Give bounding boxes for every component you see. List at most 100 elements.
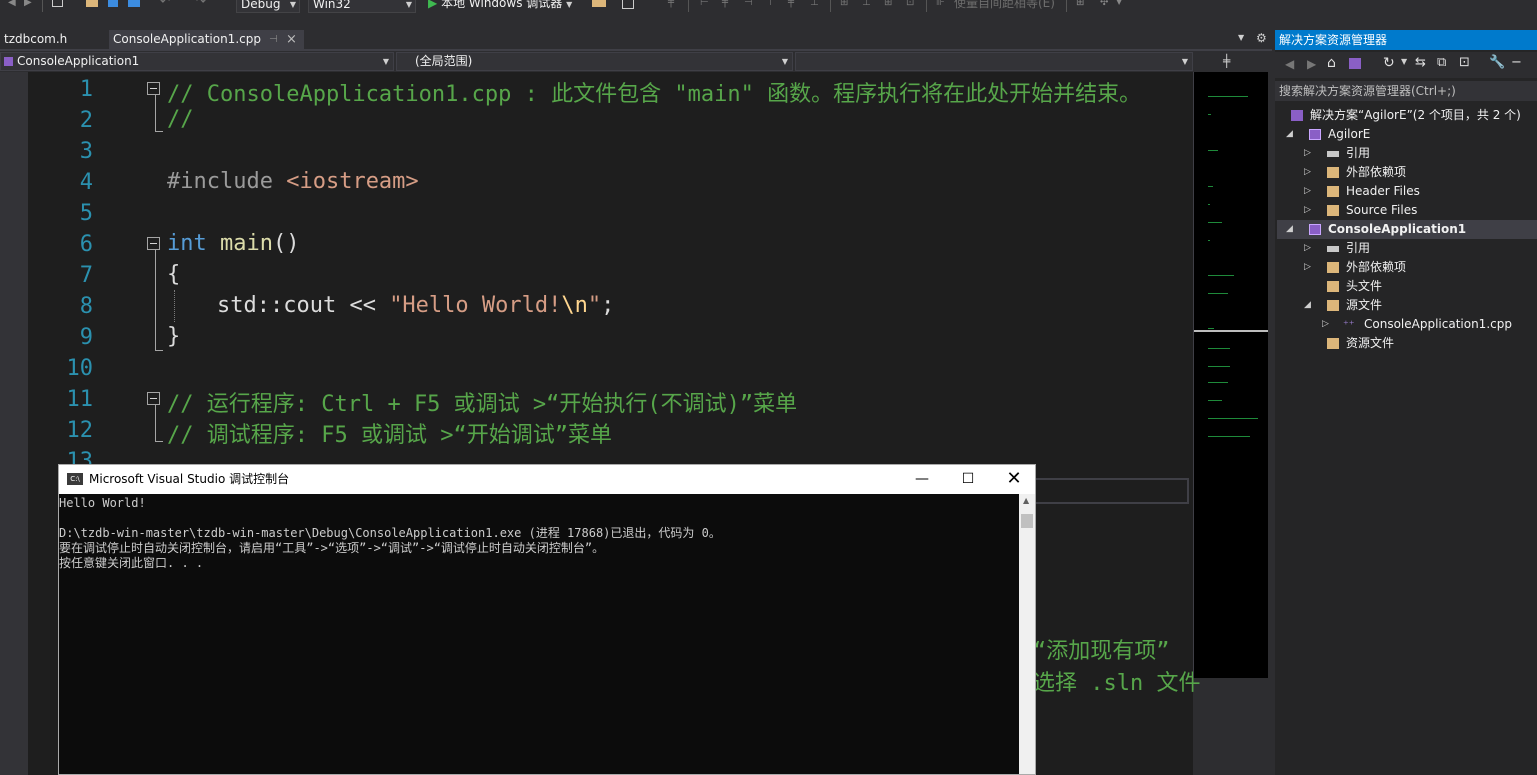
project-icon (1309, 129, 1321, 140)
open-folder-icon[interactable] (86, 0, 98, 7)
map-mark (1208, 275, 1234, 276)
layout-icon[interactable]: ⊞ (1076, 0, 1088, 9)
scope-dropdown[interactable]: (全局范围) ▼ (396, 52, 793, 71)
debug-console-window[interactable]: C:\ Microsoft Visual Studio 调试控制台 — ☐ ✕ … (58, 464, 1036, 775)
align-left-icon[interactable]: ⊢ (700, 0, 712, 9)
tree-item-header-files[interactable]: ▷ Header Files (1277, 182, 1537, 201)
find-in-files-icon[interactable] (592, 0, 606, 7)
gear-icon[interactable]: ⚙ (1256, 31, 1267, 45)
redo-icon[interactable]: ↷ (196, 0, 208, 8)
undo-icon[interactable]: ↶ (160, 0, 172, 8)
grid-icon[interactable]: ⊡ (906, 0, 918, 9)
new-project-icon[interactable] (52, 0, 63, 7)
console-output[interactable]: Hello World! D:\tzdb-win-master\tzdb-win-… (59, 494, 1019, 774)
solution-config-select[interactable]: Debug ▼ (236, 0, 300, 13)
tab-consoleapplication1-cpp[interactable]: ConsoleApplication1.cpp ⊣ × (109, 30, 304, 49)
scroll-thumb[interactable] (1021, 514, 1033, 528)
project-dropdown-value: ConsoleApplication1 (17, 54, 140, 68)
size-height-icon[interactable]: ⊥ (862, 0, 874, 9)
fold-guide (155, 350, 163, 351)
folder-icon (1327, 262, 1339, 273)
minus-icon[interactable]: − (1511, 55, 1522, 70)
wrench-icon[interactable]: 🔧 (1489, 55, 1505, 70)
tab-tzdbcom-h[interactable]: tzdbcom.h (0, 30, 105, 49)
object-browser-icon[interactable] (622, 0, 634, 9)
spacing-icon[interactable]: ⊪ (936, 0, 948, 9)
tree-item-header-folder[interactable]: 头文件 (1277, 277, 1537, 296)
collapsed-icon[interactable]: ▷ (1304, 201, 1311, 220)
collapsed-icon[interactable]: ▷ (1304, 239, 1311, 258)
scroll-up-icon[interactable]: ▲ (1023, 496, 1029, 505)
collapsed-icon[interactable]: ▷ (1304, 163, 1311, 182)
collapsed-icon[interactable]: ▷ (1304, 182, 1311, 201)
collapse-all-icon[interactable]: ⧉ (1437, 55, 1446, 70)
console-title-bar[interactable]: C:\ Microsoft Visual Studio 调试控制台 — ☐ ✕ (59, 465, 1035, 494)
solution-search-input[interactable]: 搜索解决方案资源管理器(Ctrl+;) (1275, 81, 1537, 101)
save-all-icon[interactable] (128, 0, 140, 7)
collapsed-icon[interactable]: ▷ (1322, 315, 1329, 334)
history-icon[interactable]: ↻ (1383, 55, 1395, 71)
show-all-files-icon[interactable]: ⊡ (1459, 55, 1470, 70)
chevron-down-icon[interactable]: ▼ (1401, 57, 1407, 66)
back-icon[interactable]: ◀ (8, 0, 20, 9)
save-icon[interactable] (108, 0, 118, 7)
member-dropdown[interactable]: ▼ (795, 52, 1193, 71)
close-icon[interactable]: × (286, 30, 297, 49)
project-dropdown[interactable]: ConsoleApplication1 ▼ (0, 52, 394, 71)
close-button[interactable]: ✕ (991, 465, 1035, 494)
maximize-button[interactable]: ☐ (945, 465, 991, 494)
size-both-icon[interactable]: ⊞ (884, 0, 896, 9)
home-icon[interactable]: ⌂ (1327, 55, 1336, 71)
align-right-icon[interactable]: ⊣ (744, 0, 756, 9)
tree-item-solution[interactable]: 解决方案“AgilorE”(2 个项目，共 2 个) (1277, 106, 1537, 125)
start-debugging-label: 本地 Windows 调试器 (441, 0, 563, 10)
solution-config-value: Debug (241, 0, 281, 11)
align-middle-icon[interactable]: ╪ (788, 0, 800, 9)
collapsed-icon[interactable]: ▷ (1304, 144, 1311, 163)
tree-item-consoleapplication1[interactable]: ◢ ConsoleApplication1 (1277, 220, 1537, 239)
start-debugging-button[interactable]: ▶ 本地 Windows 调试器 ▼ (428, 0, 572, 13)
align-top-icon[interactable]: ⊤ (766, 0, 778, 9)
back-icon[interactable]: ◀ (1285, 57, 1294, 71)
tree-item-references[interactable]: ▷ 引用 (1277, 239, 1537, 258)
console-scrollbar[interactable]: ▲ (1019, 494, 1035, 774)
tree-item-external-deps[interactable]: ▷ 外部依赖项 (1277, 258, 1537, 277)
split-handle[interactable]: ╪ ▲ (1193, 52, 1267, 80)
collapse-icon[interactable] (147, 82, 160, 95)
minimize-button[interactable]: — (899, 465, 945, 494)
tree-item-agilore[interactable]: ◢ AgilorE (1277, 125, 1537, 144)
fold-guide (155, 131, 163, 132)
tree-item-label: 解决方案“AgilorE”(2 个项目，共 2 个) (1310, 108, 1521, 122)
align-center-icon[interactable]: ╪ (722, 0, 734, 9)
expanded-icon[interactable]: ◢ (1286, 125, 1293, 144)
expanded-icon[interactable]: ◢ (1286, 220, 1293, 239)
size-width-icon[interactable]: ⊞ (840, 0, 852, 9)
platform-select[interactable]: Win32 ▼ (308, 0, 416, 13)
solution-explorer-title[interactable]: 解决方案资源管理器 (1275, 30, 1537, 50)
sync-icon[interactable]: ⇆ (1415, 55, 1426, 70)
tree-item-external-deps[interactable]: ▷ 外部依赖项 (1277, 163, 1537, 182)
tree-item-resource-folder[interactable]: 资源文件 (1277, 334, 1537, 353)
switch-views-icon[interactable] (1349, 58, 1361, 69)
forward-icon[interactable]: ▶ (24, 0, 36, 9)
align-bottom-icon[interactable]: ⊥ (810, 0, 822, 9)
pin-icon[interactable]: ⊣ (269, 30, 278, 49)
make-spacing-equal-button[interactable]: 使量自间距相等(E) (954, 0, 1055, 12)
align-icon[interactable]: ╪ (668, 0, 680, 9)
extension-icon[interactable]: ✣ (1100, 0, 1112, 9)
expanded-icon[interactable]: ◢ (1304, 296, 1311, 315)
toolbar-overflow-icon[interactable]: ▼ (1116, 0, 1128, 9)
forward-icon[interactable]: ▶ (1307, 57, 1316, 71)
tree-item-source-folder[interactable]: ◢ 源文件 (1277, 296, 1537, 315)
collapsed-icon[interactable]: ▷ (1304, 258, 1311, 277)
tree-item-references[interactable]: ▷ 引用 (1277, 144, 1537, 163)
tab-list-icon[interactable]: ▼ (1238, 33, 1244, 42)
scrollbar-map[interactable] (1193, 72, 1268, 678)
collapse-icon[interactable] (147, 392, 160, 405)
include-header: <iostream> (286, 169, 419, 194)
tree-item-source-files[interactable]: ▷ Source Files (1277, 201, 1537, 220)
tree-item-cpp-file[interactable]: ▷ ⁺⁺ ConsoleApplication1.cpp (1277, 315, 1537, 334)
scroll-thumb[interactable] (1194, 330, 1268, 332)
collapse-icon[interactable] (147, 237, 160, 250)
split-icon[interactable]: ╪ (1223, 54, 1230, 68)
